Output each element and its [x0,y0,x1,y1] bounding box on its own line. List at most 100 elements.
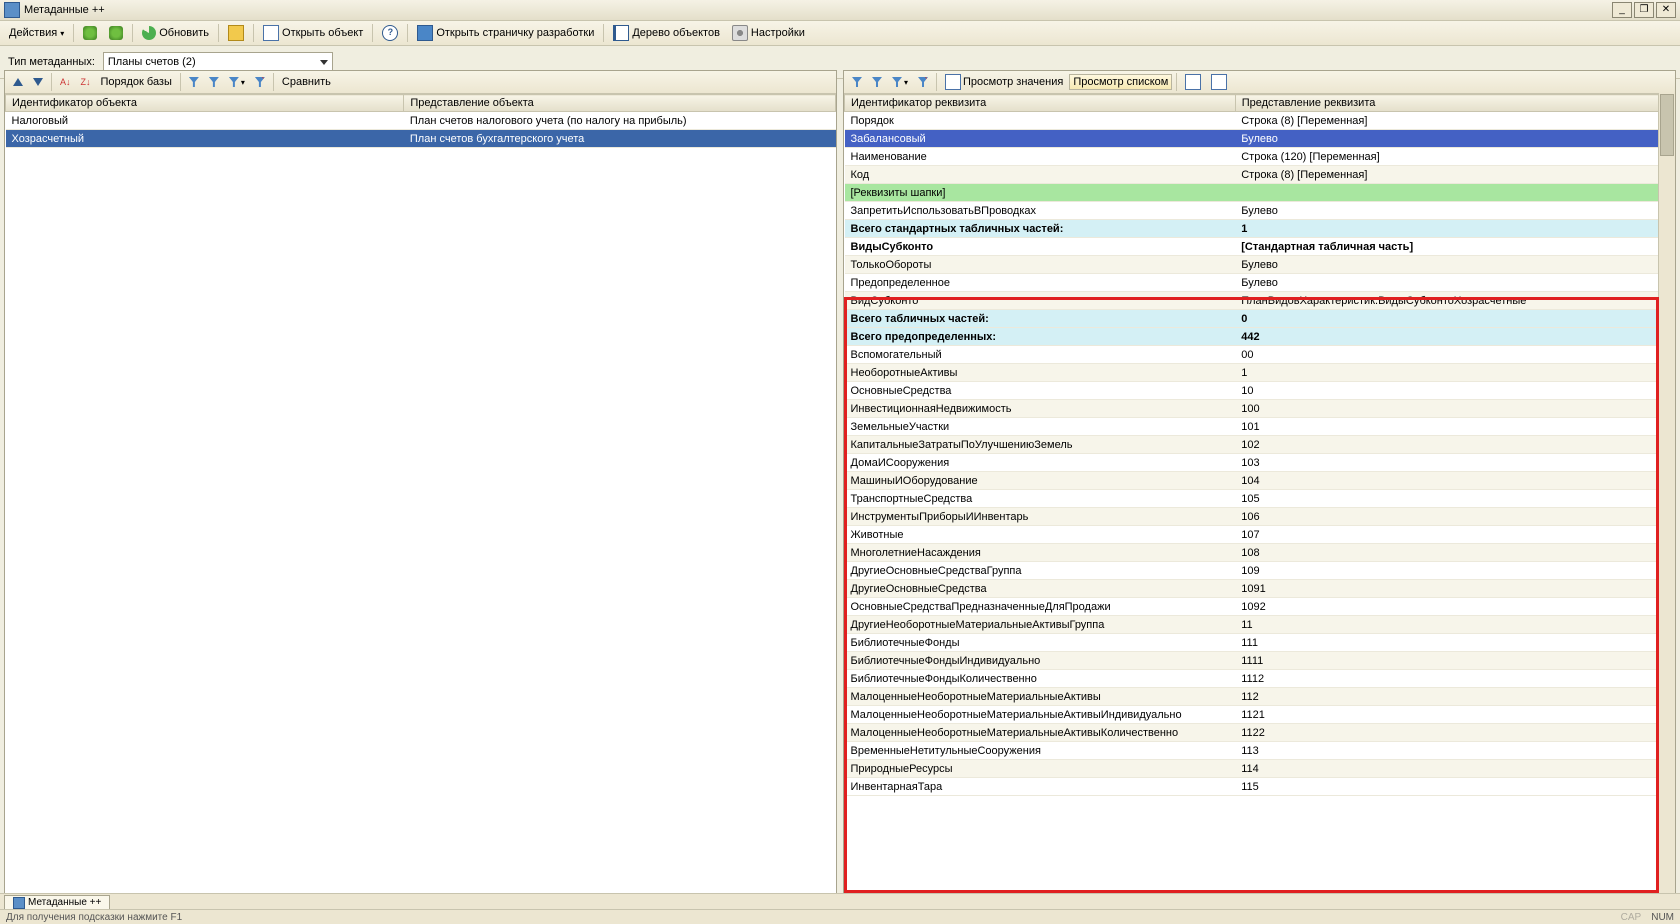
sort-asc-button[interactable]: A↓ [56,75,75,89]
view-list-button[interactable]: Просмотр списком [1069,74,1172,90]
filter2-button[interactable] [205,75,223,89]
vertical-scrollbar[interactable] [1658,93,1675,895]
refresh-icon [142,26,156,40]
view-value-button[interactable]: Просмотр значения [941,72,1067,92]
rbtn1[interactable] [1181,72,1205,92]
page-icon [1185,74,1201,90]
table-row[interactable]: ИнвентарнаяТара115 [845,778,1659,796]
arrow-left-icon [83,26,97,40]
minimize-button[interactable]: _ [1612,2,1632,18]
status-bar: Для получения подсказки нажмите F1 CAP N… [0,909,1680,924]
table-row[interactable]: Всего предопределенных:442 [845,328,1659,346]
col-object-repr[interactable]: Представление объекта [404,95,836,112]
compare-button[interactable]: Сравнить [278,74,335,90]
clear-filter-button[interactable] [251,75,269,89]
nav-back-button[interactable] [78,21,102,45]
table-row[interactable]: ВидыСубконто[Стандартная табличная часть… [845,238,1659,256]
move-up-button[interactable] [9,76,27,88]
table-row[interactable]: ПорядокСтрока (8) [Переменная] [845,112,1659,130]
nav-fwd-button[interactable] [104,21,128,45]
table-row[interactable]: ОсновныеСредстваПредназначенныеДляПродаж… [845,598,1659,616]
table-row[interactable]: КодСтрока (8) [Переменная] [845,166,1659,184]
rfilter2-button[interactable] [868,75,886,89]
table-row[interactable]: ОсновныеСредства10 [845,382,1659,400]
bottom-tabs: Метаданные ++ [0,893,1680,910]
table-row[interactable]: ХозрасчетныйПлан счетов бухгалтерского у… [6,130,836,148]
app-icon [4,2,20,18]
table-row[interactable]: НеоборотныеАктивы1 [845,364,1659,382]
table-row[interactable]: ВременныеНетитульныеСооружения113 [845,742,1659,760]
funnel-icon [189,77,199,87]
table-row[interactable]: МалоценныеНеоборотныеМатериальныеАктивыК… [845,724,1659,742]
table-row[interactable]: ЗемельныеУчастки101 [845,418,1659,436]
table-row[interactable]: ДомаИСооружения103 [845,454,1659,472]
restore-button[interactable]: ❐ [1634,2,1654,18]
left-pane: A↓ Z↓ Порядок базы ▾ Сравнить Идентифика… [4,70,837,896]
rfilter3-button[interactable]: ▾ [888,75,912,89]
order-db-button[interactable]: Порядок базы [97,74,176,90]
table-row[interactable]: МашиныИОборудование104 [845,472,1659,490]
arrow-down-icon [33,78,43,86]
col-attr-id[interactable]: Идентификатор реквизита [845,95,1236,112]
main-toolbar: Действия ▾ Обновить Открыть объект ? Отк… [0,21,1680,46]
open-dev-page-button[interactable]: Открыть страничку разработки [412,21,599,45]
sort-za-icon: Z↓ [81,77,91,87]
table-row[interactable]: [Реквизиты шапки] [845,184,1659,202]
table-row[interactable]: ТранспортныеСредства105 [845,490,1659,508]
right-pane: ▾ Просмотр значения Просмотр списком Иде… [843,70,1676,896]
rfilter1-button[interactable] [848,75,866,89]
funnel-icon [852,77,862,87]
table-row[interactable]: МалоценныеНеоборотныеМатериальныеАктивыИ… [845,706,1659,724]
close-button[interactable]: ✕ [1656,2,1676,18]
folder-icon [263,25,279,41]
filter-label: Тип метаданных: [8,56,95,68]
move-down-button[interactable] [29,76,47,88]
help-button[interactable]: ? [377,21,403,45]
settings-button[interactable]: Настройки [727,21,810,45]
table-row[interactable]: БиблиотечныеФонды111 [845,634,1659,652]
table-row[interactable]: ПриродныеРесурсы114 [845,760,1659,778]
table-row[interactable]: ВидСубконтоПланВидовХарактеристик.ВидыСу… [845,292,1659,310]
bottom-tab-metadata[interactable]: Метаданные ++ [4,895,110,910]
arrow-up-icon [13,78,23,86]
refresh-button[interactable]: Обновить [137,21,214,45]
table-row[interactable]: ЗапретитьИспользоватьВПроводкахБулево [845,202,1659,220]
table-row[interactable]: ИнвестиционнаяНедвижимость100 [845,400,1659,418]
object-tree-button[interactable]: Дерево объектов [608,21,725,45]
table-row[interactable]: БиблиотечныеФондыИндивидуально1111 [845,652,1659,670]
table-row[interactable]: Животные107 [845,526,1659,544]
table-row[interactable]: ЗабалансовыйБулево [845,130,1659,148]
table-row[interactable]: ПредопределенноеБулево [845,274,1659,292]
rclear-filter-button[interactable] [914,75,932,89]
right-grid[interactable]: Идентификатор реквизита Представление ре… [844,94,1659,895]
table-row[interactable]: МноголетниеНасаждения108 [845,544,1659,562]
right-pane-toolbar: ▾ Просмотр значения Просмотр списком [844,71,1675,94]
table-row[interactable]: БиблиотечныеФондыКоличественно1112 [845,670,1659,688]
sort-desc-button[interactable]: Z↓ [77,75,95,89]
funnel-icon [892,77,902,87]
filter1-button[interactable] [185,75,203,89]
left-pane-toolbar: A↓ Z↓ Порядок базы ▾ Сравнить [5,71,836,94]
open-object-button[interactable]: Открыть объект [258,21,368,45]
actions-menu[interactable]: Действия ▾ [4,21,69,45]
metadata-type-dropdown[interactable]: Планы счетов (2) [103,52,333,72]
doc-button[interactable] [223,21,249,45]
table-row[interactable]: КапитальныеЗатратыПоУлучшениюЗемель102 [845,436,1659,454]
table-row[interactable]: ДругиеОсновныеСредстваГруппа109 [845,562,1659,580]
left-grid[interactable]: Идентификатор объекта Представление объе… [5,94,836,895]
table-row[interactable]: НаименованиеСтрока (120) [Переменная] [845,148,1659,166]
filter3-button[interactable]: ▾ [225,75,249,89]
col-object-id[interactable]: Идентификатор объекта [6,95,404,112]
table-row[interactable]: ИнструментыПриборыИИнвентарь106 [845,508,1659,526]
col-attr-repr[interactable]: Представление реквизита [1235,95,1658,112]
table-row[interactable]: Вспомогательный00 [845,346,1659,364]
table-row[interactable]: Всего стандартных табличных частей:1 [845,220,1659,238]
table-row[interactable]: ДругиеОсновныеСредства1091 [845,580,1659,598]
funnel-clear-icon [255,77,265,87]
rbtn2[interactable] [1207,72,1231,92]
table-row[interactable]: ДругиеНеоборотныеМатериальныеАктивыГрупп… [845,616,1659,634]
table-row[interactable]: МалоценныеНеоборотныеМатериальныеАктивы1… [845,688,1659,706]
table-row[interactable]: НалоговыйПлан счетов налогового учета (п… [6,112,836,130]
table-row[interactable]: Всего табличных частей:0 [845,310,1659,328]
table-row[interactable]: ТолькоОборотыБулево [845,256,1659,274]
